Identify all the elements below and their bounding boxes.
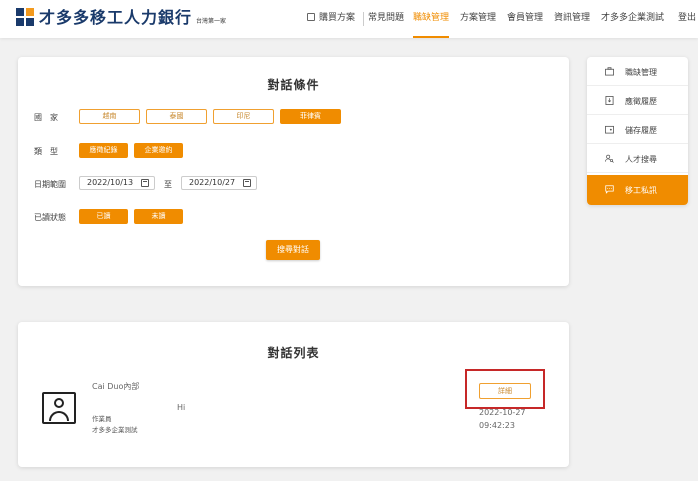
date-to-input[interactable]: 2022/10/27: [181, 176, 257, 190]
top-header: 才多多移工人力銀行 台灣第一家 購買方案 常見問題 職缺管理 方案管理 會員管理…: [0, 0, 698, 38]
nav-faq[interactable]: 常見問題: [368, 0, 404, 38]
type-company-invitations[interactable]: 企業邀約: [134, 143, 183, 158]
sidebar: 職缺管理 應徵履歷 儲存履歷 人才搜尋 移工私訊: [587, 57, 688, 205]
conversation-date: 2022-10-27: [479, 408, 526, 417]
read-status-label: 已讀狀態: [34, 213, 66, 222]
document-download-icon: [605, 96, 614, 105]
read-status-unread[interactable]: 未讀: [134, 209, 183, 224]
type-application-records[interactable]: 應徵紀錄: [79, 143, 128, 158]
sidebar-item-applications[interactable]: 應徵履歷: [587, 86, 688, 115]
avatar-icon: [42, 392, 76, 424]
sidebar-item-saved-resumes[interactable]: 儲存履歷: [587, 115, 688, 144]
conversation-company: 才多多企業測試: [92, 426, 138, 434]
nav-logout[interactable]: 登出: [678, 0, 696, 38]
sidebar-item-talent-search[interactable]: 人才搜尋: [587, 144, 688, 173]
date-to-label: 至: [164, 180, 172, 189]
nav-info-management[interactable]: 資訊管理: [554, 0, 590, 38]
nav-member-management[interactable]: 會員管理: [507, 0, 543, 38]
chat-icon: [605, 185, 614, 194]
briefcase-icon: [605, 67, 614, 76]
country-vietnam[interactable]: 越南: [79, 109, 140, 124]
search-conversations-button[interactable]: 搜尋對話: [266, 240, 320, 260]
logo-mark-icon: [16, 8, 34, 26]
detail-button[interactable]: 詳細: [479, 383, 531, 399]
sidebar-item-job-management[interactable]: 職缺管理: [587, 57, 688, 86]
date-range-label: 日期範圍: [34, 180, 66, 189]
folder-icon: [605, 125, 614, 134]
nav-plan-management[interactable]: 方案管理: [460, 0, 496, 38]
country-label: 國 家: [34, 113, 58, 122]
nav-company-account[interactable]: 才多多企業測試: [601, 0, 664, 38]
type-label: 類 型: [34, 147, 58, 156]
country-philippines[interactable]: 菲律賓: [280, 109, 341, 124]
country-thailand[interactable]: 泰國: [146, 109, 207, 124]
calendar-icon[interactable]: [243, 179, 251, 187]
conversation-role: 作業員: [92, 415, 112, 423]
nav-divider: [363, 12, 364, 26]
brand-logo[interactable]: 才多多移工人力銀行 台灣第一家: [16, 8, 226, 28]
nav-job-management[interactable]: 職缺管理: [413, 0, 450, 38]
calendar-icon[interactable]: [141, 179, 149, 187]
filter-title: 對話條件: [267, 78, 320, 92]
filter-card: 對話條件 國 家 越南 泰國 印尼 菲律賓 類 型 應徵紀錄 企業邀約 日期範圍…: [18, 57, 569, 286]
nav-buy-plan[interactable]: 購買方案: [307, 0, 355, 38]
bag-icon: [307, 13, 315, 21]
country-indonesia[interactable]: 印尼: [213, 109, 274, 124]
list-title: 對話列表: [267, 346, 320, 360]
brand-tagline: 台灣第一家: [196, 18, 227, 25]
date-from-input[interactable]: 2022/10/13: [79, 176, 155, 190]
conversation-name: Cai Duo內部: [92, 382, 140, 391]
sidebar-item-worker-messages[interactable]: 移工私訊: [587, 175, 688, 205]
conversation-time: 09:42:23: [479, 421, 515, 430]
people-search-icon: [605, 154, 614, 163]
conversation-message: Hi: [177, 403, 186, 412]
brand-name: 才多多移工人力銀行: [39, 8, 193, 27]
read-status-read[interactable]: 已讀: [79, 209, 128, 224]
